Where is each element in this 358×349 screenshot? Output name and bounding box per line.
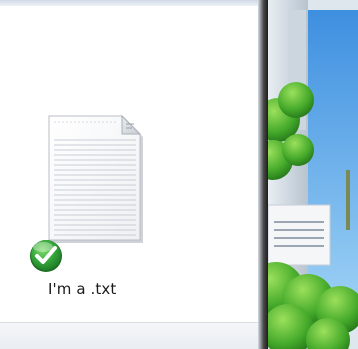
file-name-label[interactable]: I'm a .txt	[48, 280, 188, 298]
wallpaper-image	[268, 0, 358, 349]
green-checkmark-icon	[30, 240, 62, 272]
pane-footer	[0, 322, 262, 349]
desktop-wallpaper	[268, 0, 358, 349]
desktop-window: I'm a .txt	[0, 0, 358, 349]
text-file-icon	[30, 114, 143, 272]
file-item[interactable]	[26, 110, 146, 280]
window-edge-shadow	[258, 0, 268, 349]
